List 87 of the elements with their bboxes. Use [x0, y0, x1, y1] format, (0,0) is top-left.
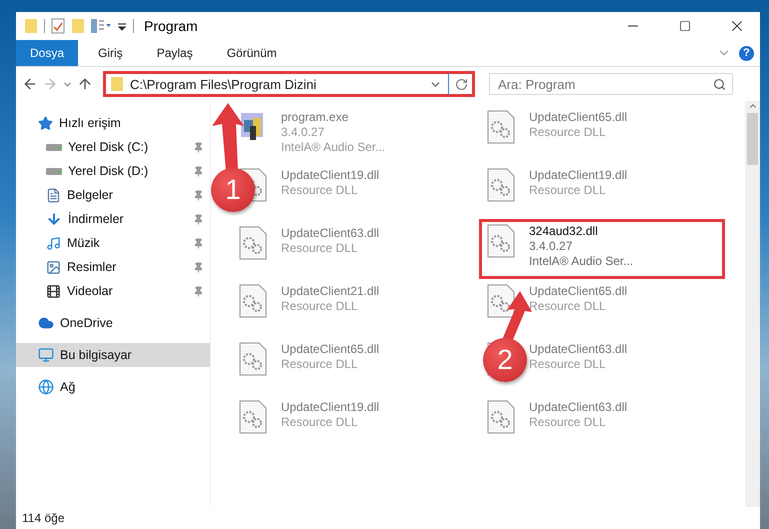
sidebar-item[interactable]: Yerel Disk (C:) — [16, 135, 210, 159]
network-icon — [38, 379, 54, 395]
file-name: UpdateClient63.dll — [529, 400, 628, 415]
search-icon[interactable] — [713, 78, 726, 90]
sidebar-item[interactable]: Bu bilgisayar — [16, 343, 210, 367]
pin-icon[interactable] — [193, 190, 204, 200]
file-detail: Resource DLL — [529, 299, 607, 314]
gear-file-icon — [486, 400, 516, 434]
gear-file-icon — [238, 400, 268, 434]
star-icon — [38, 116, 53, 130]
address-path: C:\Program Files\Program Dizini — [130, 76, 318, 92]
view-list-icon[interactable] — [91, 19, 111, 33]
sidebar-item[interactable]: Ağ — [16, 375, 210, 399]
ribbon-tab[interactable]: Dosya — [16, 40, 78, 66]
pin-icon[interactable] — [193, 238, 204, 248]
file-name: 324aud32.dll — [529, 224, 599, 239]
film-icon — [46, 284, 61, 298]
file-detail: Resource DLL — [529, 357, 607, 372]
file-name: UpdateClient63.dll — [529, 342, 628, 357]
pin-icon[interactable] — [193, 286, 204, 296]
file-detail: Resource DLL — [529, 125, 607, 140]
file-detail: IntelA® Audio Ser... — [281, 140, 386, 155]
ribbon-tab[interactable]: Paylaş — [142, 40, 207, 66]
sidebar-item[interactable]: Müzik — [16, 231, 210, 255]
file-detail: 3.4.0.27 — [281, 125, 326, 140]
scroll-thumb[interactable] — [747, 113, 758, 165]
cloud-icon — [38, 315, 54, 331]
file-name: UpdateClient19.dll — [281, 400, 380, 415]
sidebar-item[interactable]: İndirmeler — [16, 207, 210, 231]
gear-file-icon — [486, 110, 516, 144]
file-name: program.exe — [281, 110, 350, 125]
item-count: 114 öğe — [22, 511, 64, 525]
monitor-icon — [38, 347, 54, 363]
selected-file-item[interactable]: 324aud32.dll 3.4.0.27 IntelA® Audio Ser... — [479, 219, 725, 279]
gear-file-icon — [238, 284, 268, 318]
drive-icon — [46, 166, 62, 176]
ribbon-tab[interactable]: Giriş — [84, 40, 137, 66]
refresh-icon[interactable] — [455, 78, 468, 90]
pin-icon[interactable] — [193, 166, 204, 176]
file-detail: Resource DLL — [529, 415, 607, 430]
file-detail: 3.4.0.27 — [529, 239, 574, 254]
back-button[interactable] — [22, 76, 38, 92]
pin-icon[interactable] — [193, 262, 204, 272]
ribbon-tab[interactable]: Görünüm — [212, 40, 291, 66]
music-note-icon — [46, 236, 61, 250]
window-title: Program — [144, 18, 199, 34]
file-name: UpdateClient19.dll — [529, 168, 628, 183]
gear-file-icon — [486, 224, 516, 258]
sidebar-item[interactable]: Yerel Disk (D:) — [16, 159, 210, 183]
sidebar-item[interactable]: Belgeler — [16, 183, 210, 207]
file-detail: IntelA® Audio Ser... — [529, 254, 634, 269]
customize-arrow-icon[interactable] — [117, 21, 127, 31]
gear-file-icon — [486, 284, 516, 318]
file-detail: Resource DLL — [281, 241, 359, 256]
sidebar-item[interactable]: Resimler — [16, 255, 210, 279]
file-detail: Resource DLL — [281, 299, 359, 314]
pin-icon[interactable] — [193, 142, 204, 152]
gear-file-icon — [238, 226, 268, 260]
file-name: UpdateClient65.dll — [281, 342, 380, 357]
annotation-arrow — [502, 291, 532, 342]
file-name: UpdateClient19.dll — [281, 168, 380, 183]
up-button[interactable] — [77, 76, 93, 92]
file-detail: Resource DLL — [281, 415, 359, 430]
address-bar[interactable]: C:\Program Files\Program Dizini — [103, 71, 475, 97]
pin-icon[interactable] — [193, 214, 204, 224]
file-detail: Resource DLL — [281, 183, 359, 198]
sidebar-item[interactable]: Videolar — [16, 279, 210, 303]
scrollbar[interactable] — [745, 101, 760, 507]
picture-icon — [46, 260, 61, 274]
annotation-arrow — [212, 103, 244, 172]
file-name: UpdateClient63.dll — [281, 226, 380, 241]
drive-icon — [46, 142, 62, 152]
file-detail: Resource DLL — [281, 357, 359, 372]
gear-file-icon — [486, 168, 516, 202]
document-icon — [46, 188, 61, 202]
sidebar-item[interactable]: Hızlı erişim — [16, 111, 210, 135]
maximize-icon[interactable] — [679, 20, 691, 32]
file-name: UpdateClient21.dll — [281, 284, 380, 299]
file-name: UpdateClient65.dll — [529, 284, 628, 299]
checklist-icon[interactable] — [51, 18, 65, 34]
gear-file-icon — [238, 342, 268, 376]
file-detail: Resource DLL — [529, 183, 607, 198]
help-button[interactable]: ? — [739, 46, 754, 60]
search-box[interactable]: Ara: Program — [489, 73, 733, 95]
file-name: UpdateClient65.dll — [529, 110, 628, 125]
folder-icon — [110, 76, 124, 92]
sidebar-item[interactable]: OneDrive — [16, 311, 210, 335]
